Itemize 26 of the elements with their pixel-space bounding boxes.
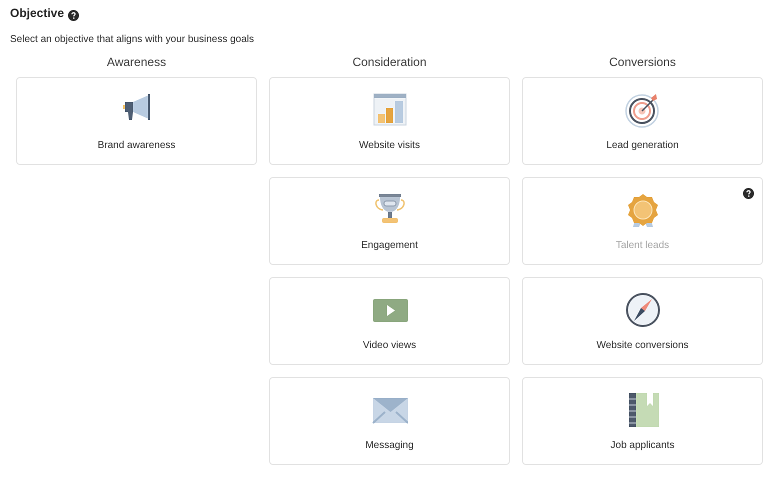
subtitle: Select an objective that aligns with your business goals: [10, 34, 256, 45]
objective-label: Website conversions: [596, 340, 689, 350]
objective-label: Lead generation: [606, 140, 679, 150]
objective-label: Engagement: [361, 240, 418, 250]
target-icon: [624, 92, 660, 128]
column-heading: Awareness: [106, 55, 166, 69]
objective-card[interactable]: Website visits: [269, 77, 510, 165]
objective-card[interactable]: Lead generation: [522, 77, 763, 165]
bar-chart-icon: [372, 92, 408, 128]
objective-label: Video views: [362, 340, 416, 350]
objective-card[interactable]: Messaging: [269, 377, 510, 465]
objective-card[interactable]: Job applicants: [522, 377, 763, 465]
objective-card[interactable]: Video views: [269, 277, 510, 365]
objective-label: Brand awareness: [98, 140, 176, 150]
objective-label: Job applicants: [610, 440, 674, 450]
help-icon[interactable]: [68, 8, 80, 18]
column-heading: Conversions: [609, 55, 676, 69]
objective-card[interactable]: Brand awareness: [16, 77, 257, 165]
section-title: Objective: [10, 6, 64, 20]
column-heading: Consideration: [352, 55, 427, 69]
objective-card[interactable]: Engagement: [269, 177, 510, 265]
compass-icon: [624, 292, 660, 328]
objective-label: Messaging: [365, 440, 414, 450]
objective-label: Talent leads: [616, 240, 670, 250]
objective-label: Website visits: [359, 140, 420, 150]
objective-card[interactable]: Website conversions: [522, 277, 763, 365]
